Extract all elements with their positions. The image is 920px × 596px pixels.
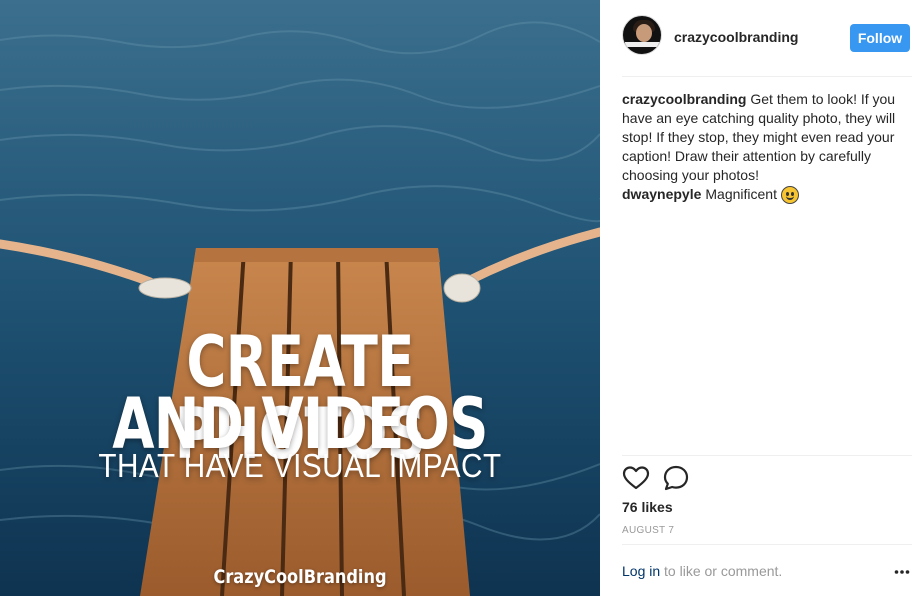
footer-divider: [622, 544, 912, 545]
avatar[interactable]: [622, 15, 662, 55]
post-details-panel: crazycoolbranding Follow crazycoolbrandi…: [600, 0, 920, 596]
more-options-icon[interactable]: [894, 566, 910, 578]
caption-username-link[interactable]: crazycoolbranding: [622, 91, 746, 107]
login-link[interactable]: Log in: [622, 563, 660, 579]
follow-button[interactable]: Follow: [850, 24, 910, 52]
image-headline-line3: THAT HAVE VISUAL IMPACT: [98, 447, 502, 484]
speech-bubble-icon[interactable]: [662, 464, 690, 492]
dock-scene-illustration: [0, 0, 600, 596]
actions-divider: [622, 455, 912, 456]
header-divider: [622, 76, 912, 77]
post-header: crazycoolbranding Follow: [622, 15, 912, 59]
likes-count[interactable]: 76 likes: [622, 499, 673, 515]
comment-item: dwaynepyle Magnificent: [622, 185, 908, 204]
heart-outline-icon[interactable]: [622, 464, 650, 492]
image-brand-watermark: CrazyCoolBranding: [213, 566, 387, 588]
login-prompt: Log in to like or comment.: [622, 563, 912, 579]
post-caption: crazycoolbranding Get them to look! If y…: [622, 90, 908, 185]
post-actions: [622, 464, 742, 492]
header-username-link[interactable]: crazycoolbranding: [674, 29, 798, 45]
comment-text: Magnificent: [705, 186, 777, 202]
post-image[interactable]: CREATE PHOTOS AND VIDEOS THAT HAVE VISUA…: [0, 0, 600, 596]
login-suffix: to like or comment.: [664, 563, 783, 579]
smiley-emoji-icon: [780, 185, 799, 204]
comment-username-link[interactable]: dwaynepyle: [622, 185, 701, 204]
post-date[interactable]: AUGUST 7: [622, 525, 674, 536]
